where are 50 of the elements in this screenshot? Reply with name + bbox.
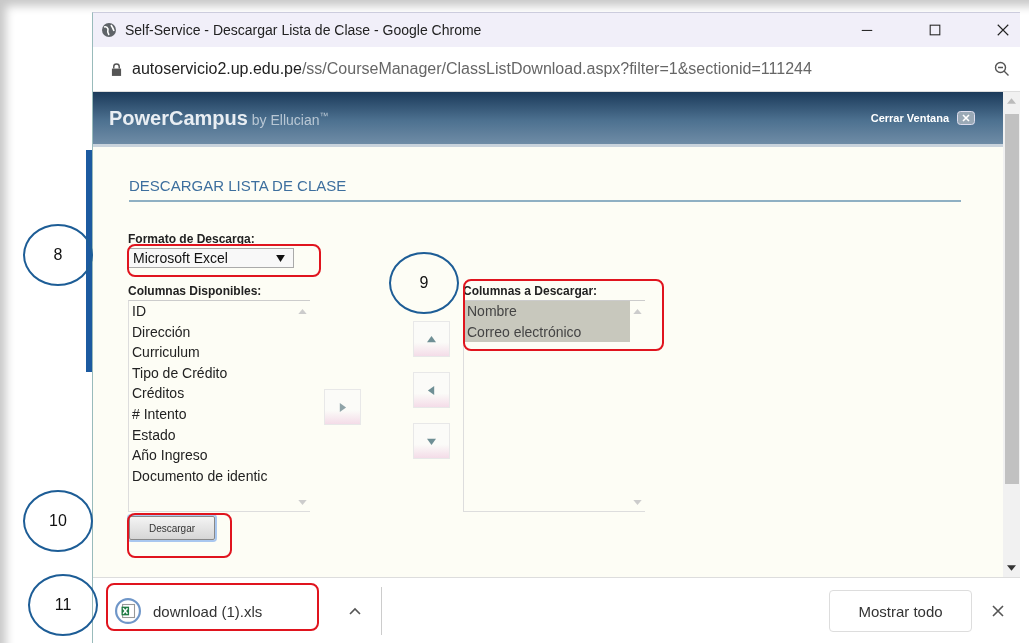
close-window-link[interactable]: Cerrar Ventana: [870, 112, 949, 124]
field-label: Formato de Descarga:: [128, 232, 255, 246]
dropdown-arrow-icon: [276, 254, 285, 262]
add-column-button[interactable]: [324, 389, 361, 425]
field-label: Columnas a Descargar:: [463, 284, 599, 298]
page-heading: DESCARGAR LISTA DE CLASE: [129, 177, 961, 202]
download-button[interactable]: Descargar: [129, 516, 215, 540]
step-number-callout: 9: [389, 252, 459, 314]
field-label: Columnas Disponibles:: [128, 284, 263, 298]
list-option[interactable]: Año Ingreso: [132, 445, 295, 466]
list-option[interactable]: Curriculum: [132, 342, 295, 363]
remove-column-button[interactable]: [413, 372, 450, 408]
list-option[interactable]: Dirección: [132, 321, 295, 343]
step-number-callout: 11: [28, 574, 98, 636]
step-number-callout: 8: [23, 224, 93, 286]
available-columns-list[interactable]: ID Dirección Curriculum Tipo de Crédito Créditos # Intento Estado Año Ingreso Documento de identic: [128, 300, 310, 512]
list-option[interactable]: Nombre: [464, 301, 630, 322]
scroll-down-icon[interactable]: [1007, 565, 1016, 571]
close-icon[interactable]: [992, 605, 1004, 617]
move-up-button[interactable]: [413, 321, 450, 357]
list-option[interactable]: # Intento: [132, 403, 295, 425]
spreadsheet-file-icon: [115, 598, 141, 624]
scroll-up-icon[interactable]: [297, 309, 307, 314]
scroll-up-icon[interactable]: [1007, 98, 1016, 104]
list-option[interactable]: Tipo de Crédito: [132, 362, 295, 384]
brand-logo: PowerCampus by Ellucian$^{™}$: [109, 106, 329, 130]
show-all-button[interactable]: Mostrar todo: [829, 590, 972, 632]
step-number-callout: 10: [23, 490, 93, 552]
format-dropdown[interactable]: Microsoft Excel: [128, 248, 294, 268]
download-columns-list[interactable]: Nombre Correo electrónico: [463, 300, 645, 512]
move-down-button[interactable]: [413, 423, 450, 459]
globe-icon: [101, 22, 117, 38]
maximize-icon[interactable]: [928, 23, 942, 37]
list-option[interactable]: ID: [132, 301, 295, 322]
arrow-up-icon: [427, 334, 436, 344]
url-text[interactable]: autoservicio2.up.edu.pe/ss/CourseManager/ClassListDownload.aspx?filter=1&sectionid=111244: [132, 60, 812, 78]
close-icon[interactable]: [996, 23, 1010, 37]
zoom-out-icon[interactable]: [994, 61, 1010, 77]
list-option[interactable]: Estado: [132, 424, 295, 446]
window-title: Self-Service - Descargar Lista de Clase - Google Chrome: [125, 22, 482, 38]
arrow-down-icon: [427, 436, 436, 446]
download-file-name[interactable]: download (1).xls: [153, 602, 349, 620]
list-option[interactable]: Documento de identic: [132, 465, 295, 487]
caret-up-icon[interactable]: [349, 607, 361, 615]
scrollbar[interactable]: [1003, 92, 1020, 577]
scroll-up-icon[interactable]: [632, 309, 642, 314]
arrow-left-icon: [427, 385, 436, 395]
arrow-right-icon: [338, 402, 347, 412]
list-option[interactable]: Créditos: [132, 383, 295, 404]
lock-icon: [111, 62, 122, 76]
